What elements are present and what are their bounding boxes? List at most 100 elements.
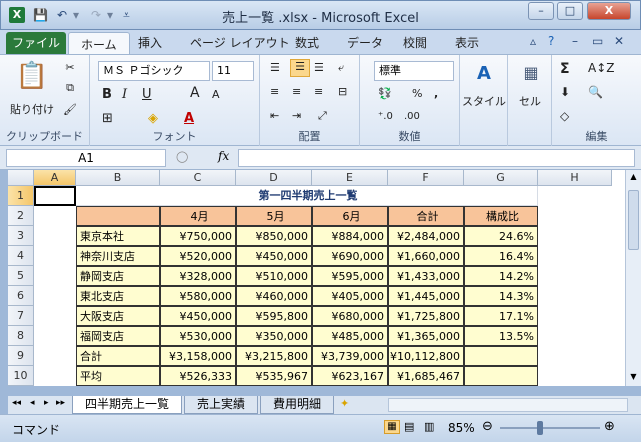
italic-button[interactable]: I: [122, 87, 127, 102]
paste-icon[interactable]: 📋: [12, 61, 52, 101]
value-cell[interactable]: ¥535,967: [236, 366, 312, 386]
sheet-title[interactable]: 第一四半期売上一覧: [76, 186, 538, 206]
row-label-cell[interactable]: 神奈川支店: [76, 246, 160, 266]
number-format-combo[interactable]: 標準: [374, 61, 454, 81]
value-cell[interactable]: 14.2%: [464, 266, 538, 286]
orientation-icon[interactable]: ⤢: [318, 109, 327, 123]
value-cell[interactable]: ¥1,433,000: [388, 266, 464, 286]
align-center-icon[interactable]: ≡: [292, 85, 301, 98]
value-cell[interactable]: ¥595,000: [312, 266, 388, 286]
value-cell[interactable]: ¥680,000: [312, 306, 388, 326]
scroll-down-icon[interactable]: ▼: [628, 372, 639, 384]
zoom-level[interactable]: 85%: [448, 421, 475, 435]
value-cell[interactable]: 14.3%: [464, 286, 538, 306]
increase-decimal-icon[interactable]: ⁺.0: [378, 111, 393, 122]
value-cell[interactable]: ¥1,365,000: [388, 326, 464, 346]
value-cell[interactable]: ¥2,484,000: [388, 226, 464, 246]
value-cell[interactable]: [464, 366, 538, 386]
value-cell[interactable]: [464, 346, 538, 366]
zoom-slider-thumb[interactable]: [537, 421, 543, 435]
fill-color-icon[interactable]: ◈: [148, 111, 158, 126]
align-top-icon[interactable]: ☰: [270, 61, 280, 74]
insert-function-icon[interactable]: fx: [218, 149, 229, 163]
sheet-tab[interactable]: 費用明細: [260, 396, 334, 414]
clear-icon[interactable]: ◇: [560, 109, 569, 123]
cells-button[interactable]: セル: [508, 93, 552, 109]
tab-formulas[interactable]: 数式: [295, 34, 319, 51]
value-cell[interactable]: ¥580,000: [160, 286, 236, 306]
value-cell[interactable]: 13.5%: [464, 326, 538, 346]
column-header-h[interactable]: H: [538, 170, 612, 186]
value-cell[interactable]: ¥750,000: [160, 226, 236, 246]
formula-input[interactable]: [238, 149, 635, 167]
row-label-cell[interactable]: 東北支店: [76, 286, 160, 306]
value-cell[interactable]: ¥328,000: [160, 266, 236, 286]
zoom-slider[interactable]: [500, 427, 600, 429]
column-header-f[interactable]: F: [388, 170, 464, 186]
row-header-4[interactable]: 4: [8, 246, 34, 266]
find-select-icon[interactable]: 🔍: [588, 85, 603, 99]
value-cell[interactable]: ¥3,739,000: [312, 346, 388, 366]
value-cell[interactable]: ¥884,000: [312, 226, 388, 246]
row-header-8[interactable]: 8: [8, 326, 34, 346]
fill-icon[interactable]: ⬇: [560, 85, 570, 99]
value-cell[interactable]: ¥623,167: [312, 366, 388, 386]
header-cell[interactable]: 6月: [312, 206, 388, 226]
value-cell[interactable]: ¥526,333: [160, 366, 236, 386]
column-header-b[interactable]: B: [76, 170, 160, 186]
last-sheet-icon[interactable]: ▸▸: [56, 398, 65, 408]
doc-restore-icon[interactable]: ▭: [592, 34, 603, 48]
formula-expand-icon[interactable]: ◯: [176, 150, 188, 163]
tab-review[interactable]: 校閲: [403, 34, 427, 51]
zoom-in-icon[interactable]: ⊕: [604, 419, 615, 434]
normal-view-icon[interactable]: ▦: [384, 420, 400, 434]
column-header-c[interactable]: C: [160, 170, 236, 186]
name-box[interactable]: A1: [6, 149, 166, 167]
doc-close-icon[interactable]: ✕: [614, 34, 624, 48]
underline-button[interactable]: U: [142, 87, 152, 102]
align-bottom-icon[interactable]: ☰: [314, 61, 324, 74]
tab-file[interactable]: ファイル: [6, 32, 66, 54]
column-header-g[interactable]: G: [464, 170, 538, 186]
header-cell[interactable]: 合計: [388, 206, 464, 226]
tab-view[interactable]: 表示: [455, 34, 479, 51]
help-icon[interactable]: ?: [548, 34, 554, 48]
merge-icon[interactable]: ⊟: [338, 85, 347, 98]
sheet-tab-active[interactable]: 四半期売上一覧: [72, 396, 182, 414]
value-cell[interactable]: 17.1%: [464, 306, 538, 326]
autosum-button[interactable]: Σ: [560, 61, 570, 77]
value-cell[interactable]: ¥3,158,000: [160, 346, 236, 366]
copy-icon[interactable]: ⧉: [60, 81, 80, 95]
maximize-button[interactable]: □: [557, 2, 583, 20]
value-cell[interactable]: ¥1,445,000: [388, 286, 464, 306]
doc-minimize-icon[interactable]: –: [572, 34, 578, 48]
cells-icon[interactable]: ▦: [520, 63, 542, 85]
row-label-cell[interactable]: 東京本社: [76, 226, 160, 246]
row-label-cell[interactable]: 静岡支店: [76, 266, 160, 286]
shrink-font-button[interactable]: A: [212, 88, 220, 101]
tab-home[interactable]: ホーム: [68, 32, 130, 54]
select-all-corner[interactable]: [8, 170, 34, 186]
value-cell[interactable]: ¥1,660,000: [388, 246, 464, 266]
ribbon-collapse-icon[interactable]: ▵: [530, 34, 536, 48]
column-header-d[interactable]: D: [236, 170, 312, 186]
cut-icon[interactable]: ✂: [60, 61, 80, 74]
row-header-10[interactable]: 10: [8, 366, 34, 386]
row-label-cell[interactable]: 大阪支店: [76, 306, 160, 326]
align-right-icon[interactable]: ≡: [314, 85, 323, 98]
sheet-tab[interactable]: 売上実績: [184, 396, 258, 414]
paste-button[interactable]: 貼り付け: [4, 101, 60, 117]
font-color-icon[interactable]: A: [184, 111, 194, 126]
row-label-cell[interactable]: 合計: [76, 346, 160, 366]
value-cell[interactable]: ¥510,000: [236, 266, 312, 286]
bold-button[interactable]: B: [102, 87, 112, 102]
next-sheet-icon[interactable]: ▸: [44, 398, 49, 408]
wrap-text-icon[interactable]: ⤶: [338, 61, 344, 75]
page-layout-view-icon[interactable]: ▤: [404, 420, 414, 433]
tab-insert[interactable]: 挿入: [138, 34, 162, 51]
row-label-cell[interactable]: 平均: [76, 366, 160, 386]
align-middle-icon[interactable]: ☰: [290, 59, 310, 77]
row-header-3[interactable]: 3: [8, 226, 34, 246]
value-cell[interactable]: ¥690,000: [312, 246, 388, 266]
sort-filter-icon[interactable]: A↕Z: [588, 61, 614, 75]
